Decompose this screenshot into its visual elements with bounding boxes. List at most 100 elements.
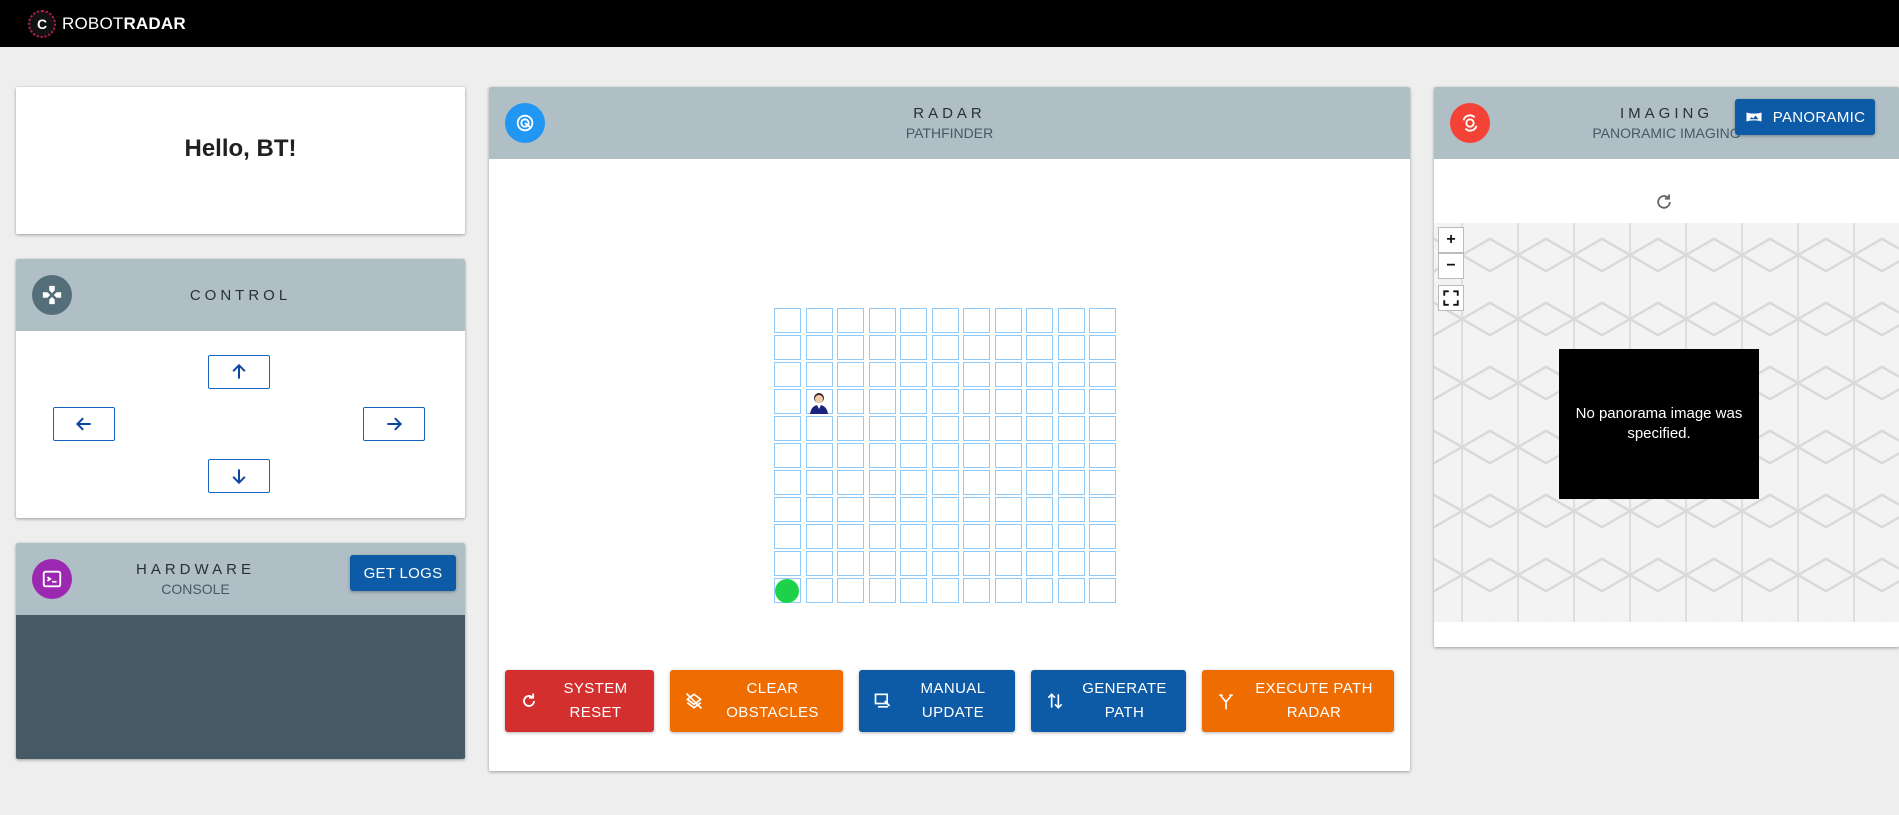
grid-cell[interactable] xyxy=(963,443,990,468)
fullscreen-button[interactable] xyxy=(1438,285,1464,311)
grid-cell[interactable] xyxy=(994,470,1022,495)
grid-cell[interactable] xyxy=(868,389,896,414)
grid-cell[interactable] xyxy=(837,308,864,333)
grid-cell[interactable] xyxy=(1026,470,1053,495)
grid-cell[interactable] xyxy=(805,443,833,468)
grid-cell[interactable] xyxy=(963,470,990,495)
grid-cell[interactable] xyxy=(837,578,864,603)
move-left-button[interactable] xyxy=(53,407,115,441)
grid-cell[interactable] xyxy=(837,470,864,495)
grid-cell[interactable] xyxy=(1089,416,1116,441)
grid-cell[interactable] xyxy=(994,578,1022,603)
grid-cell[interactable] xyxy=(963,497,990,522)
grid-cell[interactable] xyxy=(900,551,927,576)
grid-cell[interactable] xyxy=(900,308,927,333)
grid-cell[interactable] xyxy=(837,524,864,549)
grid-cell[interactable] xyxy=(1026,497,1053,522)
grid-cell[interactable] xyxy=(900,470,927,495)
grid-cell[interactable] xyxy=(774,497,801,522)
grid-cell[interactable] xyxy=(931,416,959,441)
grid-cell[interactable] xyxy=(837,335,864,360)
grid-cell[interactable] xyxy=(1089,443,1116,468)
grid-cell[interactable] xyxy=(774,443,801,468)
grid-cell[interactable] xyxy=(805,362,833,387)
action-button-5[interactable]: EXECUTE PATH RADAR xyxy=(1202,670,1394,732)
grid-cell[interactable] xyxy=(1057,308,1085,333)
grid-cell[interactable] xyxy=(963,362,990,387)
grid-cell[interactable] xyxy=(1057,416,1085,441)
grid-cell[interactable] xyxy=(1057,578,1085,603)
grid-cell[interactable] xyxy=(1057,551,1085,576)
grid-cell[interactable] xyxy=(994,416,1022,441)
grid-cell[interactable] xyxy=(900,416,927,441)
grid-cell[interactable] xyxy=(994,335,1022,360)
grid-cell[interactable] xyxy=(994,497,1022,522)
grid-cell[interactable] xyxy=(837,362,864,387)
action-button-4[interactable]: GENERATE PATH xyxy=(1031,670,1186,732)
action-button-2[interactable]: CLEAR OBSTACLES xyxy=(670,670,843,732)
app-logo[interactable]: C ROBOTRADAR xyxy=(28,9,186,38)
grid-cell[interactable] xyxy=(994,524,1022,549)
grid-cell[interactable] xyxy=(805,335,833,360)
grid-cell[interactable] xyxy=(774,335,801,360)
grid-cell[interactable] xyxy=(900,497,927,522)
grid-cell[interactable] xyxy=(963,416,990,441)
console-output[interactable] xyxy=(16,615,465,759)
grid-cell[interactable] xyxy=(1089,308,1116,333)
zoom-in-button[interactable]: + xyxy=(1438,227,1464,253)
grid-cell[interactable] xyxy=(837,443,864,468)
grid-cell[interactable] xyxy=(868,578,896,603)
panorama-viewer[interactable]: + − No panorama image was specified. xyxy=(1434,223,1899,622)
move-right-button[interactable] xyxy=(363,407,425,441)
panoramic-button[interactable]: PANORAMIC xyxy=(1735,99,1875,135)
grid-cell[interactable] xyxy=(837,497,864,522)
grid-cell[interactable] xyxy=(837,551,864,576)
grid-cell[interactable] xyxy=(963,578,990,603)
grid-cell[interactable] xyxy=(1089,389,1116,414)
grid-cell[interactable] xyxy=(963,335,990,360)
grid-cell[interactable] xyxy=(868,470,896,495)
grid-cell[interactable] xyxy=(900,578,927,603)
grid-cell[interactable] xyxy=(931,362,959,387)
grid-cell[interactable] xyxy=(1057,362,1085,387)
grid-cell[interactable] xyxy=(1057,497,1085,522)
grid-cell[interactable] xyxy=(994,389,1022,414)
grid-cell[interactable] xyxy=(1026,551,1053,576)
radar-grid[interactable] xyxy=(774,308,1120,608)
grid-cell[interactable] xyxy=(1089,470,1116,495)
grid-cell[interactable] xyxy=(1089,335,1116,360)
grid-cell[interactable] xyxy=(774,362,801,387)
grid-cell[interactable] xyxy=(774,470,801,495)
action-button-3[interactable]: MANUAL UPDATE xyxy=(859,670,1015,732)
grid-cell[interactable] xyxy=(1026,308,1053,333)
grid-cell[interactable] xyxy=(805,578,833,603)
grid-cell[interactable] xyxy=(805,497,833,522)
grid-cell[interactable] xyxy=(774,524,801,549)
grid-cell[interactable] xyxy=(900,362,927,387)
grid-cell[interactable] xyxy=(931,389,959,414)
grid-cell[interactable] xyxy=(1026,578,1053,603)
grid-cell[interactable] xyxy=(931,443,959,468)
grid-cell[interactable] xyxy=(931,497,959,522)
grid-cell[interactable] xyxy=(994,362,1022,387)
grid-cell[interactable] xyxy=(1089,578,1116,603)
zoom-out-button[interactable]: − xyxy=(1438,253,1464,279)
grid-cell[interactable] xyxy=(805,416,833,441)
grid-cell[interactable] xyxy=(931,308,959,333)
grid-cell[interactable] xyxy=(900,443,927,468)
grid-cell[interactable] xyxy=(868,497,896,522)
grid-cell[interactable] xyxy=(868,416,896,441)
grid-cell[interactable] xyxy=(774,416,801,441)
grid-cell[interactable] xyxy=(805,551,833,576)
grid-cell[interactable] xyxy=(868,551,896,576)
grid-cell[interactable] xyxy=(805,470,833,495)
grid-cell[interactable] xyxy=(900,335,927,360)
grid-cell[interactable] xyxy=(931,551,959,576)
grid-cell[interactable] xyxy=(1089,524,1116,549)
grid-cell[interactable] xyxy=(931,335,959,360)
grid-cell[interactable] xyxy=(1026,524,1053,549)
grid-cell[interactable] xyxy=(900,524,927,549)
grid-cell[interactable] xyxy=(868,308,896,333)
grid-cell[interactable] xyxy=(1026,443,1053,468)
get-logs-button[interactable]: GET LOGS xyxy=(350,555,456,591)
